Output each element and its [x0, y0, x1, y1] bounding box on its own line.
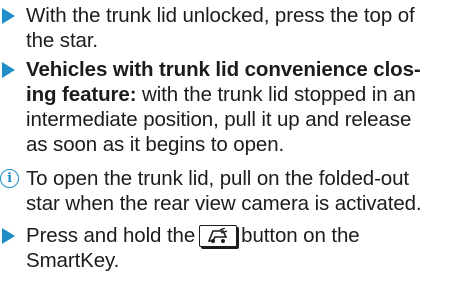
step-arrow-icon: [2, 8, 15, 24]
info-icon: i: [0, 169, 19, 188]
instruction-page: With the trunk lid unlocked, press the t…: [0, 0, 471, 286]
note-line-2: star when the rear view camera is activa…: [26, 192, 422, 215]
step-1-line-2: the star.: [26, 29, 99, 52]
step-2-bold-line-2: ing feature:: [26, 83, 137, 106]
step-arrow-icon: [2, 62, 15, 78]
step-1-text: With the trunk lid unlocked, press the t…: [26, 3, 467, 53]
step-1-line-1: With the trunk lid unlocked, press the t…: [26, 4, 415, 27]
step-2-line-2: intermediate position, pull it up and re…: [26, 108, 412, 131]
step-arrow-icon: [2, 228, 15, 244]
step-2-text: Vehicles with trunk lid convenience clos…: [26, 57, 467, 157]
step-2-bold-line-1: Vehicles with trunk lid convenience clos…: [26, 58, 421, 81]
step-3-after-key: button on the: [241, 224, 360, 247]
trunk-open-icon: [199, 225, 238, 247]
step-3-line-2: SmartKey.: [26, 249, 120, 272]
step-2-line-1: with the trunk lid stopped in an: [136, 83, 416, 106]
step-2-line-3: as soon as it begins to open.: [26, 133, 285, 156]
step-3-before-key: Press and hold the: [26, 224, 196, 247]
note-line-1: To open the trunk lid, pull on the folde…: [26, 167, 409, 190]
step-3-text: Press and hold the button on the SmartKe…: [26, 223, 467, 273]
note-text: To open the trunk lid, pull on the folde…: [26, 166, 467, 216]
